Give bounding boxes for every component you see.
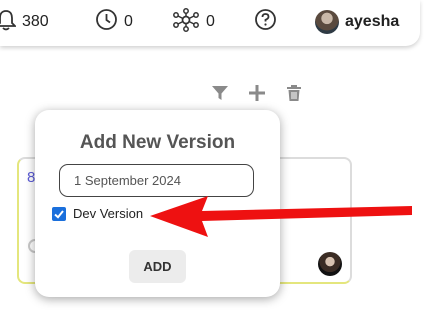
help-icon [254,8,277,36]
clock-icon [95,8,118,36]
network-icon [172,7,200,37]
date-input[interactable] [59,164,254,197]
delete-button[interactable] [285,84,303,102]
filter-icon [212,86,228,100]
card-avatar [318,252,342,276]
dev-version-label: Dev Version [73,206,144,221]
checkmark-icon [54,209,64,219]
user-name: ayesha [345,13,400,30]
top-bar: 380 0 0 ayesha [0,0,420,46]
trash-icon [287,85,301,101]
bell-icon [0,9,18,36]
dev-version-option[interactable]: Dev Version [52,206,143,221]
network-count: 0 [206,13,215,30]
add-button-toolbar[interactable] [248,84,266,102]
filter-button[interactable] [211,84,229,102]
history-button[interactable]: 0 [95,8,133,36]
plus-icon [249,85,265,101]
avatar [315,10,339,34]
add-button[interactable]: ADD [129,250,186,283]
popup-title: Add New Version [79,132,236,153]
red-arrow-annotation [150,196,412,237]
dev-version-checkbox[interactable] [52,206,66,221]
network-button[interactable]: 0 [172,7,215,37]
history-count: 0 [124,13,133,30]
user-menu[interactable]: ayesha [315,10,399,34]
help-button[interactable] [254,8,277,36]
notifications-button[interactable]: 380 [0,9,49,36]
notifications-count: 380 [22,13,49,30]
